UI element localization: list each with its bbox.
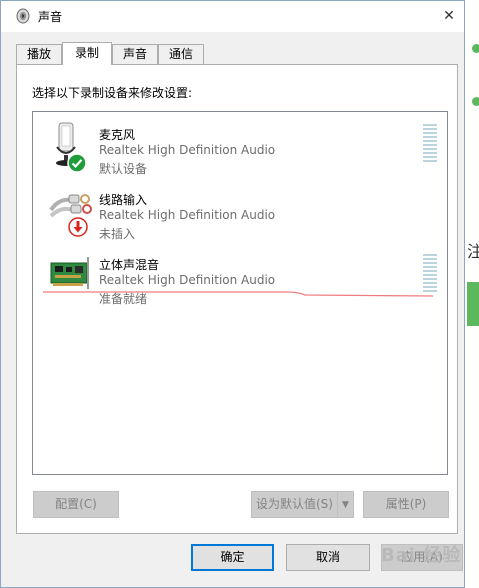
background-dot	[472, 44, 479, 53]
recording-panel: 选择以下录制设备来修改设置: 麦克风 Realtek High Definiti…	[16, 64, 458, 534]
tab-recording[interactable]: 录制	[62, 42, 112, 65]
check-icon	[67, 153, 87, 176]
device-status: 默认设备	[99, 162, 148, 176]
device-driver: Realtek High Definition Audio	[99, 273, 276, 287]
level-meter	[423, 124, 437, 164]
tab-sounds[interactable]: 声音	[112, 44, 158, 64]
background-app: 注	[464, 0, 479, 588]
device-name: 麦克风	[99, 128, 136, 142]
device-driver: Realtek High Definition Audio	[99, 208, 276, 222]
sound-dialog: 声音 ✕ 播放 录制 声音 通信 选择以下录制设备来修改设置: 麦克风 Real…	[0, 0, 465, 588]
tab-communications[interactable]: 通信	[158, 44, 204, 64]
down-arrow-icon	[68, 217, 88, 240]
device-status: 未插入	[99, 227, 136, 241]
device-item-microphone[interactable]: 麦克风 Realtek High Definition Audio 默认设备	[33, 116, 447, 178]
ok-button[interactable]: 确定	[191, 544, 274, 571]
configure-button[interactable]: 配置(C)	[33, 491, 119, 518]
watermark: Bai 经验	[381, 545, 462, 566]
set-default-dropdown[interactable]: ▼	[337, 491, 354, 518]
title-bar: 声音 ✕	[1, 1, 464, 32]
window-title: 声音	[38, 10, 63, 24]
background-bar	[467, 282, 479, 326]
annotation-line	[43, 291, 433, 297]
device-list[interactable]: 麦克风 Realtek High Definition Audio 默认设备 线…	[32, 111, 448, 475]
background-dot	[472, 97, 479, 106]
device-name: 线路输入	[99, 193, 148, 207]
properties-button[interactable]: 属性(P)	[363, 491, 449, 518]
chevron-down-icon: ▼	[342, 499, 349, 510]
level-meter	[423, 254, 437, 294]
speaker-icon	[15, 8, 31, 27]
device-name: 立体声混音	[99, 258, 160, 272]
device-driver: Realtek High Definition Audio	[99, 143, 276, 157]
device-item-line-in[interactable]: 线路输入 Realtek High Definition Audio 未插入	[33, 181, 447, 243]
set-default-button[interactable]: 设为默认值(S)	[251, 491, 338, 518]
close-icon: ✕	[443, 8, 455, 24]
cancel-button[interactable]: 取消	[286, 544, 370, 571]
instruction-text: 选择以下录制设备来修改设置:	[32, 86, 193, 100]
background-text: 注	[467, 242, 479, 261]
close-button[interactable]: ✕	[434, 1, 464, 31]
tab-playback[interactable]: 播放	[16, 44, 62, 64]
